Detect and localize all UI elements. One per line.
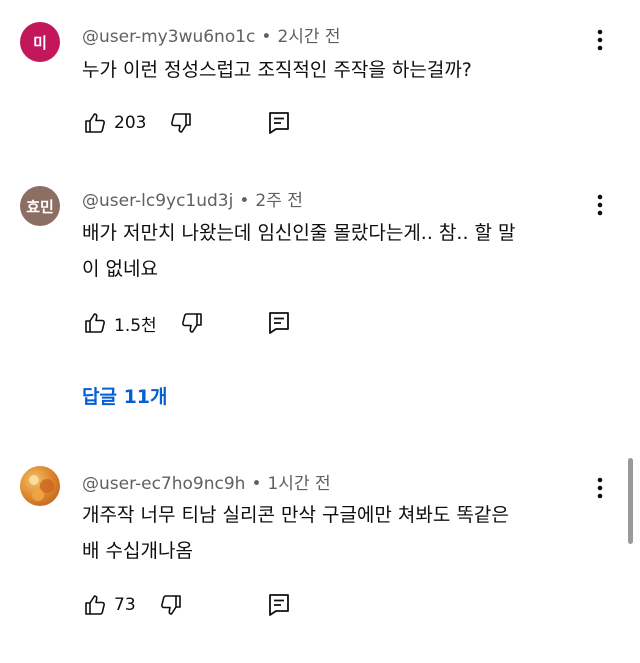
- timestamp[interactable]: 2주 전: [255, 191, 303, 211]
- comment-meta: @user-lc9yc1ud3j • 2주 전: [82, 186, 303, 211]
- username[interactable]: @user-lc9yc1ud3j: [82, 191, 233, 211]
- comment-text-line: 누가 이런 정성스럽고 조직적인 주작을 하는걸까?: [82, 59, 472, 81]
- avatar-initials: 효민: [26, 197, 54, 216]
- more-vert-icon: [597, 194, 603, 216]
- scrollbar-thumb[interactable]: [628, 458, 633, 544]
- thumb-up-icon: [85, 595, 105, 615]
- like-count: 73: [114, 595, 136, 615]
- like-count: 1.5천: [114, 315, 157, 336]
- reply-icon: [269, 312, 289, 334]
- username[interactable]: @user-my3wu6no1c: [82, 27, 255, 47]
- comment-text-line: 이 없네요: [82, 258, 158, 280]
- comment-text-line: 배 수십개나옴: [82, 540, 193, 562]
- comment-actions: 73: [82, 589, 184, 621]
- comment-meta: @user-my3wu6no1c • 2시간 전: [82, 22, 341, 47]
- comment-actions: 1.5천: [82, 307, 205, 339]
- more-options-button[interactable]: [586, 26, 614, 54]
- comment-text: 배가 저만치 나왔는데 임신인줄 몰랐다는게.. 참.. 할 말 이 없네요: [82, 215, 602, 287]
- meta-separator: •: [261, 27, 272, 47]
- reply-icon: [269, 112, 289, 134]
- comment-text-line: 배가 저만치 나왔는데 임신인줄 몰랐다는게.. 참.. 할 말: [82, 222, 516, 244]
- reply-button[interactable]: [266, 592, 292, 618]
- reply-button[interactable]: [266, 310, 292, 336]
- meta-separator: •: [251, 474, 262, 494]
- avatar[interactable]: 미: [20, 22, 60, 62]
- like-count: 203: [114, 113, 147, 133]
- comment-text: 누가 이런 정성스럽고 조직적인 주작을 하는걸까?: [82, 52, 602, 88]
- reply-icon: [269, 594, 289, 616]
- dislike-button[interactable]: [179, 310, 205, 336]
- reply-button[interactable]: [266, 110, 292, 136]
- comment-meta: @user-ec7ho9nc9h • 1시간 전: [82, 469, 331, 494]
- comment-actions: 203: [82, 107, 194, 139]
- like-button[interactable]: [82, 592, 108, 618]
- thumb-up-icon: [85, 113, 105, 133]
- username[interactable]: @user-ec7ho9nc9h: [82, 474, 245, 494]
- more-vert-icon: [597, 29, 603, 51]
- avatar-initials: 미: [33, 33, 47, 52]
- comment-text: 개주작 너무 티남 실리콘 만삭 구글에만 쳐봐도 똑같은 배 수십개나옴: [82, 497, 602, 569]
- like-button[interactable]: [82, 310, 108, 336]
- dislike-button[interactable]: [168, 110, 194, 136]
- avatar[interactable]: 효민: [20, 186, 60, 226]
- avatar[interactable]: [20, 466, 60, 506]
- thumb-down-icon: [171, 113, 192, 133]
- dislike-button[interactable]: [158, 592, 184, 618]
- meta-separator: •: [239, 191, 250, 211]
- more-vert-icon: [597, 477, 603, 499]
- view-replies-link[interactable]: 답글 11개: [82, 382, 168, 409]
- thumb-up-icon: [85, 313, 105, 333]
- timestamp[interactable]: 2시간 전: [277, 27, 340, 47]
- like-button[interactable]: [82, 110, 108, 136]
- comment-text-line: 개주작 너무 티남 실리콘 만삭 구글에만 쳐봐도 똑같은: [82, 504, 509, 526]
- thumb-down-icon: [181, 313, 202, 333]
- avatar-image: [29, 475, 54, 501]
- thumb-down-icon: [160, 595, 181, 615]
- timestamp[interactable]: 1시간 전: [267, 474, 330, 494]
